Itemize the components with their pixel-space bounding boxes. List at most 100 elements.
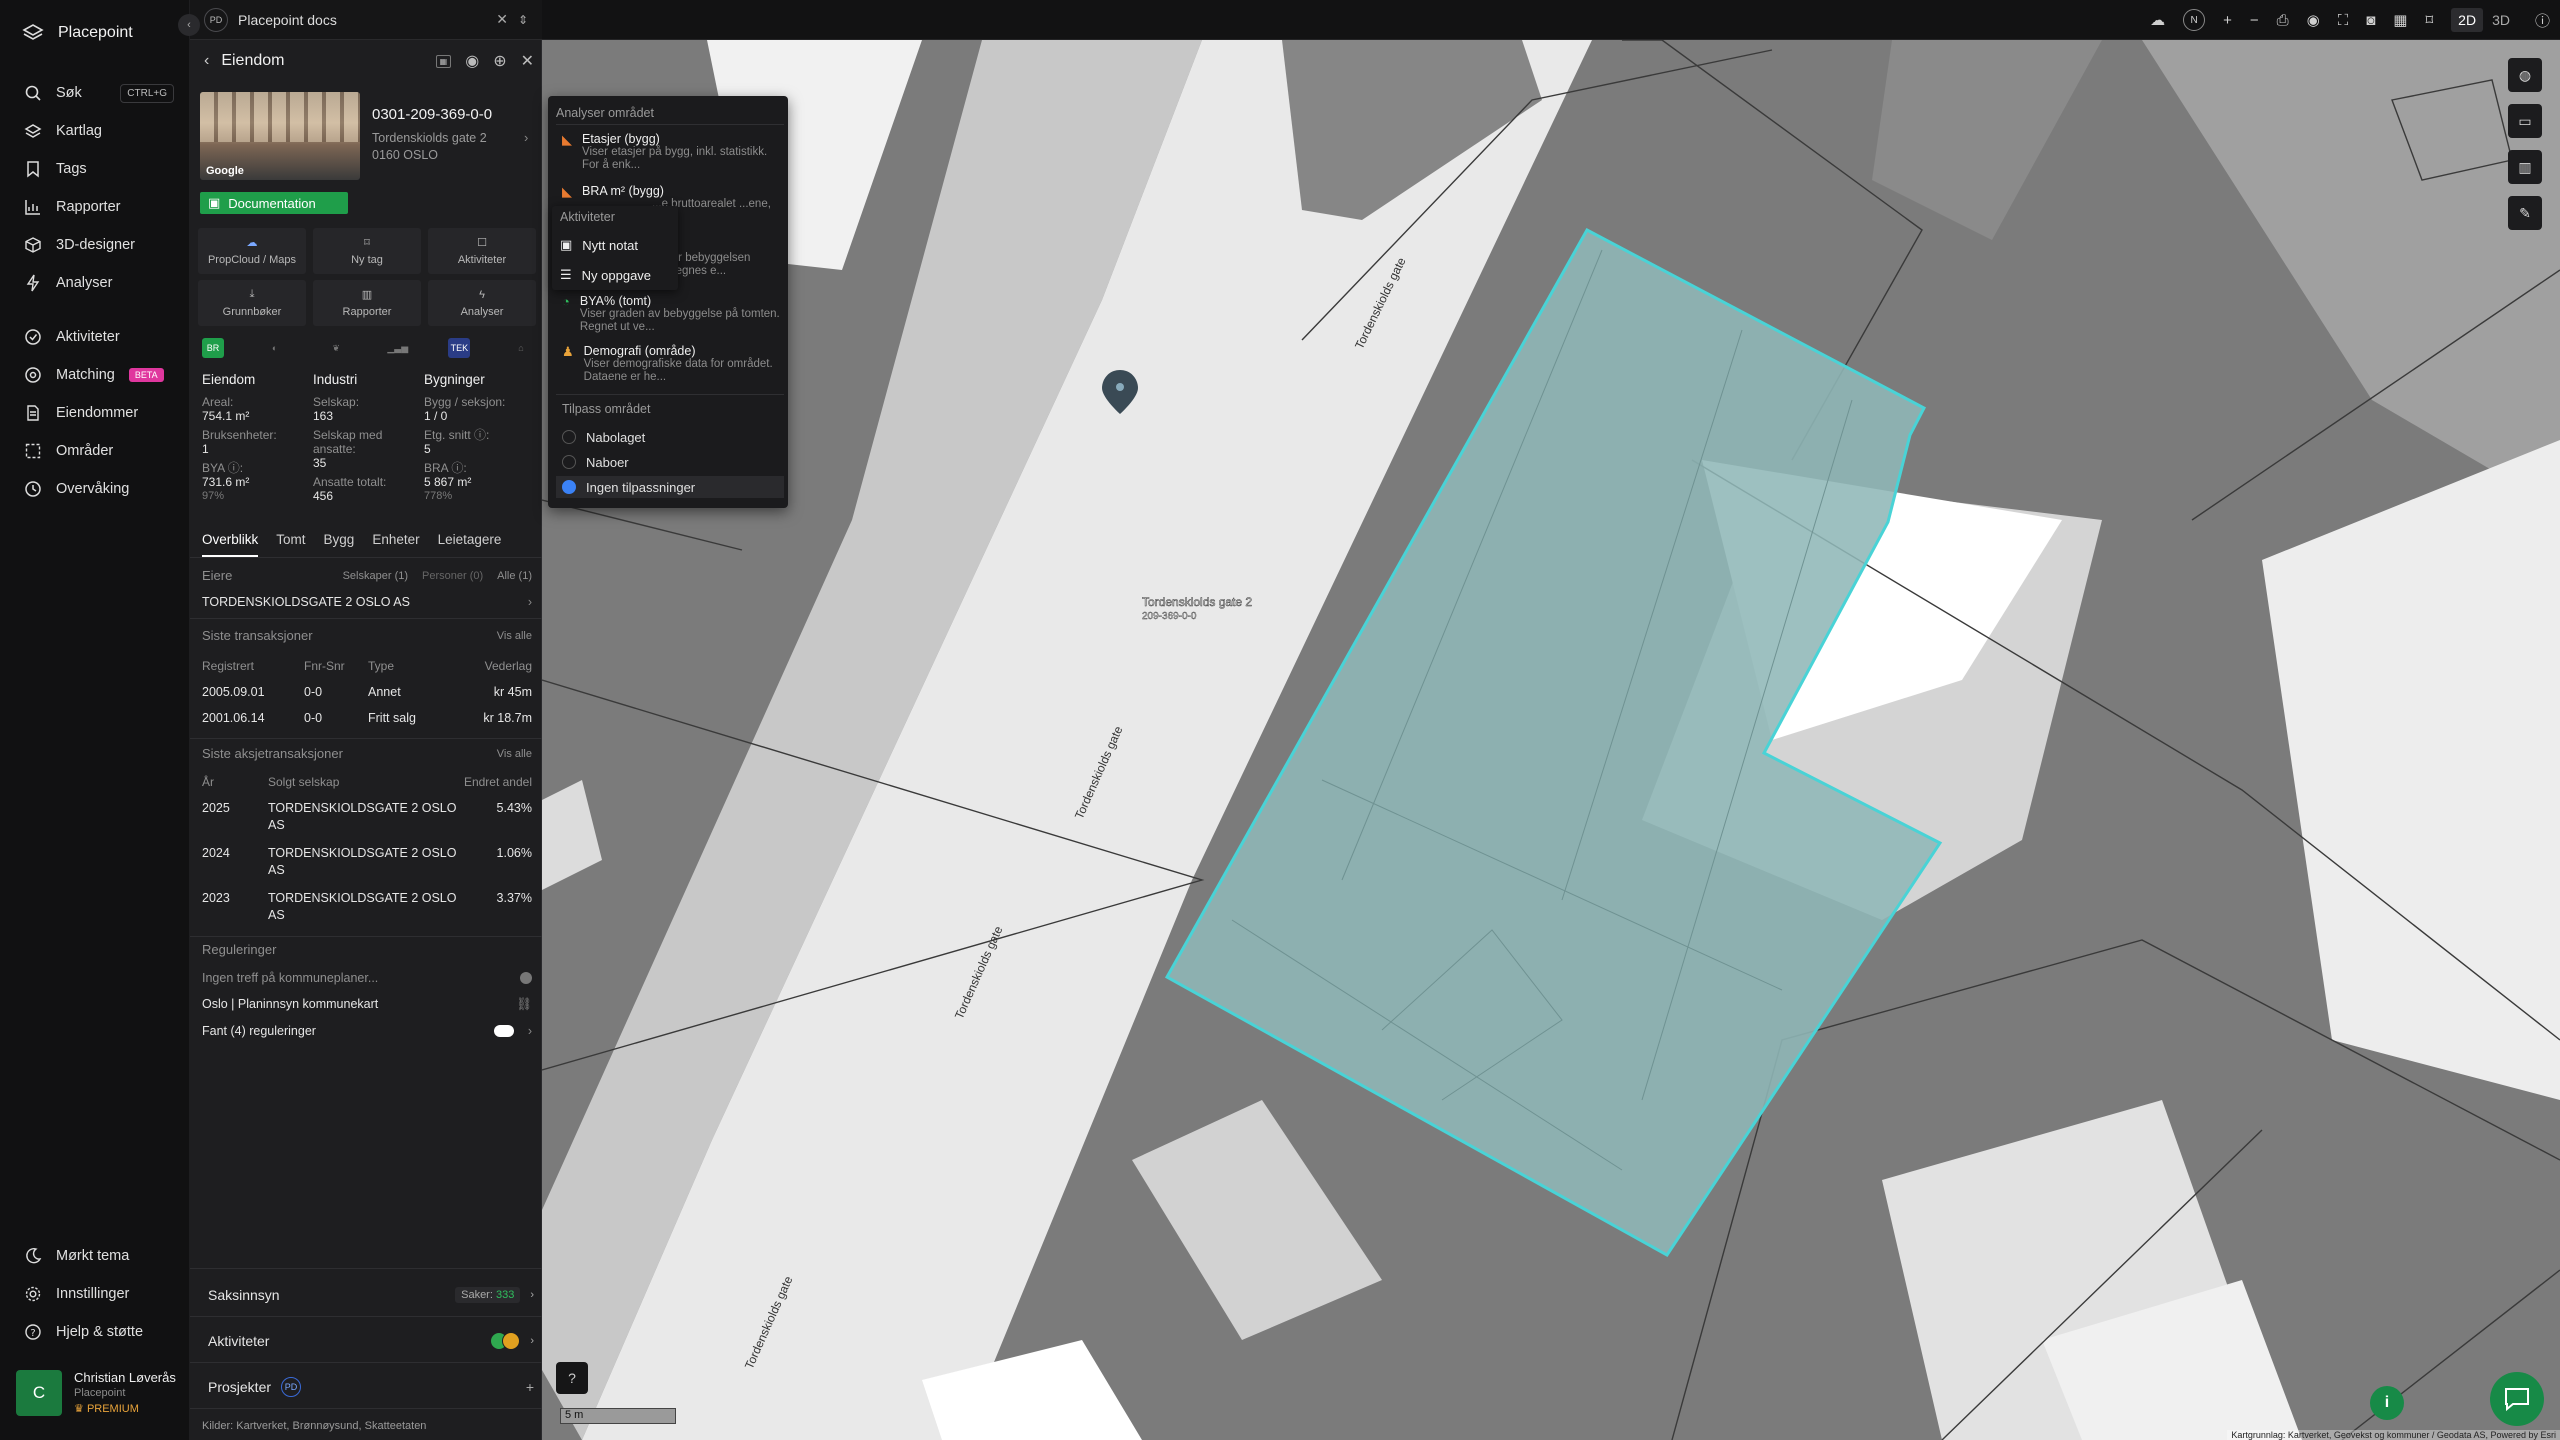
fullscreen-icon[interactable]: ⛶ [2338,12,2349,29]
chevron-right-icon[interactable]: › [524,130,528,145]
activities-button[interactable]: ☐ Aktiviteter [428,228,536,274]
nav-item-help[interactable]: ? Hjelp & støtte [0,1313,190,1351]
cloud-icon[interactable]: ☁ [2150,11,2165,29]
print-icon[interactable]: ⎙ [2277,12,2289,29]
table-row[interactable]: 2001.06.14 0-0 Fritt salg kr 18.7m [202,710,532,727]
tab-overblikk[interactable]: Overblikk [202,532,259,557]
nav-item-properties[interactable]: Eiendommer [0,394,190,432]
chart-icon[interactable]: ▥ [2508,150,2542,184]
add-circle-icon[interactable]: ⊕ [493,51,506,71]
map-help-button[interactable]: ? [556,1362,588,1394]
menu-item-floors[interactable]: ◣ Etasjer (bygg) Viser etasjer på bygg, i… [562,132,782,172]
map-svg[interactable]: Tordenskiolds gate Tordenskiolds gate To… [542,40,2560,1440]
house-icon[interactable]: ⌂ [510,338,532,358]
menu-item-bya[interactable]: ◔ BYA% (tomt) Viser graden av bebyggelse … [562,294,782,334]
nav-item-areas[interactable]: Områder [0,432,190,470]
filter-companies[interactable]: Selskaper (1) [343,570,408,582]
fact-value: 731.6 m² [202,475,250,489]
prosjekter-row[interactable]: Prosjekter PD + [208,1372,534,1402]
propcloud-button[interactable]: ☁ PropCloud / Maps [198,228,306,274]
collapse-panel-button[interactable]: ‹ [178,14,200,36]
new-tag-button[interactable]: ⌑ Ny tag [313,228,421,274]
nav-item-settings[interactable]: Innstillinger [0,1275,190,1313]
eye-icon[interactable]: ◉ [2307,11,2320,29]
nav-item-matching[interactable]: Matching BETA [0,356,190,394]
zoom-out-icon[interactable]: − [2250,12,2259,29]
menu-item-new-note[interactable]: ▣ Nytt notat [552,230,678,260]
nav-item-tags[interactable]: Tags [0,150,190,188]
street-view-photo[interactable]: Google [200,92,360,180]
table-row[interactable]: 2024 TORDENSKIOLDSGATE 2 OSLO AS 1.06% [202,845,532,879]
close-icon[interactable]: ✕ [496,11,508,28]
user-card[interactable]: C Christian Løverås Placepoint ♛ PREMIUM [16,1370,176,1416]
radio-nabolaget[interactable]: Nabolaget [556,426,784,448]
nav-item-layers[interactable]: Kartlag [0,112,190,150]
nav-item-3d-designer[interactable]: 3D-designer [0,226,190,264]
tab-leietagere[interactable]: Leietagere [438,532,502,557]
source-link[interactable]: Kartverket, [236,1420,289,1432]
toggle-switch[interactable] [493,1025,514,1037]
grid-icon[interactable]: ▦ [2393,11,2407,29]
radio-ingen-tilpassninger[interactable]: Ingen tilpassninger [556,476,784,498]
tab-enheter[interactable]: Enheter [372,532,419,557]
add-icon[interactable]: + [526,1379,534,1395]
eye-icon[interactable]: ◉ [465,51,479,71]
planinnsyn-row[interactable]: Oslo | Planinnsyn kommunekart ⛓ [202,996,532,1013]
tek-icon[interactable]: TEK [448,338,471,358]
tab-bygg[interactable]: Bygg [324,532,355,557]
expand-icon[interactable]: ⇕ [518,13,528,27]
br-icon[interactable]: BR [202,338,224,358]
nav-item-search[interactable]: Søk CTRL+G [0,74,190,112]
chat-button[interactable] [2490,1372,2544,1426]
layers-map-icon[interactable]: ◍ [2508,58,2542,92]
compass-icon[interactable]: N [2183,9,2206,31]
land-registry-button[interactable]: ⤓ Grunnbøker [198,280,306,326]
filter-persons[interactable]: Personer (0) [422,570,483,582]
source-link[interactable]: Skatteetaten [365,1420,427,1432]
fact-value: 5 [424,442,431,456]
map-canvas[interactable]: Tordenskiolds gate Tordenskiolds gate To… [542,40,2560,1440]
see-all-transactions-link[interactable]: Vis alle [497,630,532,642]
close-icon[interactable]: ✕ [521,51,534,71]
nav-item-reports[interactable]: Rapporter [0,188,190,226]
filter-all[interactable]: Alle (1) [497,570,532,582]
zoom-in-icon[interactable]: + [2223,12,2232,29]
pie-icon[interactable]: ◐ [264,338,286,358]
map-view-icon[interactable]: ▦ [435,54,452,68]
see-all-share-link[interactable]: Vis alle [497,748,532,760]
signal-icon[interactable]: ▁▃▅ [387,338,409,358]
tab-tomt[interactable]: Tomt [276,532,305,557]
nav-item-dark-theme[interactable]: Mørkt tema [0,1237,190,1275]
view-3d-toggle[interactable]: 3D [2485,8,2517,32]
bookmark-icon[interactable]: ⌑ [2425,11,2433,29]
view-2d-toggle[interactable]: 2D [2451,8,2484,32]
saksinnsyn-row[interactable]: Saksinnsyn Saker: 333 › [208,1280,534,1310]
property-address[interactable]: Tordenskiolds gate 2 0160 OSLO [372,130,487,164]
table-row[interactable]: 2005.09.01 0-0 Annet kr 45m [202,684,532,701]
owner-row[interactable]: TORDENSKIOLDSGATE 2 OSLO AS › [202,594,532,611]
regulations-found-row[interactable]: Fant (4) reguleringer › [202,1023,532,1040]
nav-item-activities[interactable]: Aktiviteter [0,318,190,356]
table-row[interactable]: 2025 TORDENSKIOLDSGATE 2 OSLO AS 5.43% [202,800,532,834]
radio-naboer[interactable]: Naboer [556,451,784,473]
menu-item-new-task[interactable]: ☰ Ny oppgave [552,260,678,290]
nav-label: Kartlag [56,123,102,139]
plant-icon[interactable]: ❦ [325,338,347,358]
edit-area-icon[interactable]: ✎ [2508,196,2542,230]
aktiviteter-row[interactable]: Aktiviteter › [208,1326,534,1356]
table-row[interactable]: 2023 TORDENSKIOLDSGATE 2 OSLO AS 3.37% [202,890,532,924]
measure-icon[interactable]: ▭ [2508,104,2542,138]
info-button[interactable]: i [2370,1386,2404,1420]
facts-title: Industri [313,372,358,387]
source-link[interactable]: Brønnøysund, [293,1420,362,1432]
back-icon[interactable]: ‹ [204,52,209,70]
menu-item-demographics[interactable]: ♟ Demografi (område) Viser demografiske d… [562,344,782,384]
reports-button[interactable]: ▥ Rapporter [313,280,421,326]
nav-item-monitoring[interactable]: Overvåking [0,470,190,508]
camera-icon[interactable]: ◙ [2366,12,2375,29]
documentation-button[interactable]: ▣ Documentation [200,192,348,214]
brand[interactable]: Placepoint [22,22,133,44]
analyses-button[interactable]: ϟ Analyser [428,280,536,326]
info-icon[interactable]: ⓘ [2535,10,2550,31]
nav-item-analyses[interactable]: Analyser [0,264,190,302]
